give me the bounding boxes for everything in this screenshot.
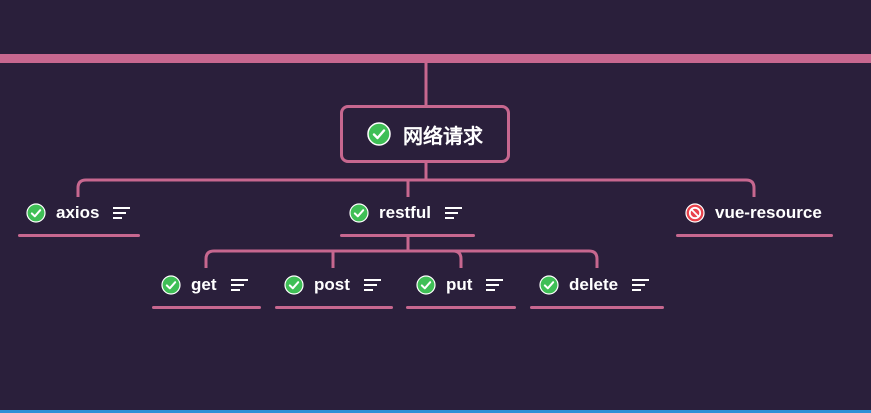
node-axios-underline (18, 234, 140, 237)
prohibited-icon (685, 203, 705, 223)
node-axios-label: axios (56, 203, 100, 222)
level2-branch (204, 249, 599, 268)
node-post-underline (275, 306, 393, 309)
notes-icon[interactable] (230, 278, 249, 292)
node-restful[interactable]: restful (340, 203, 475, 237)
mindmap-canvas: 网络请求 axios restful vue-resource get post… (0, 0, 871, 413)
node-vue-resource-label: vue-resource (715, 203, 822, 222)
check-icon (416, 275, 436, 295)
node-get[interactable]: get (152, 275, 261, 309)
node-get-underline (152, 306, 261, 309)
level1-branch (76, 178, 756, 197)
node-get-label: get (191, 275, 217, 294)
node-delete-label: delete (569, 275, 619, 294)
notes-icon[interactable] (363, 278, 382, 292)
top-branch-line (0, 54, 871, 63)
node-restful-label: restful (379, 203, 431, 222)
check-icon (284, 275, 304, 295)
root-node-label: 网络请求 (403, 123, 483, 148)
check-icon (367, 122, 391, 146)
check-icon (26, 203, 46, 223)
check-icon (539, 275, 559, 295)
check-icon (349, 203, 369, 223)
node-put-label: put (446, 275, 473, 294)
node-delete-underline (530, 306, 664, 309)
node-put[interactable]: put (406, 275, 516, 309)
notes-icon[interactable] (113, 206, 131, 220)
check-icon (161, 275, 181, 295)
node-axios[interactable]: axios (18, 203, 140, 237)
put-connector (452, 249, 463, 268)
node-vue-resource[interactable]: vue-resource (676, 203, 833, 237)
notes-icon[interactable] (632, 278, 650, 292)
node-put-underline (406, 306, 516, 309)
notes-icon[interactable] (486, 278, 504, 292)
root-node[interactable]: 网络请求 (340, 105, 510, 163)
node-delete[interactable]: delete (530, 275, 664, 309)
node-post-label: post (314, 275, 350, 294)
notes-icon[interactable] (444, 206, 463, 220)
node-vue-resource-underline (676, 234, 833, 237)
node-restful-underline (340, 234, 475, 237)
node-post[interactable]: post (275, 275, 393, 309)
